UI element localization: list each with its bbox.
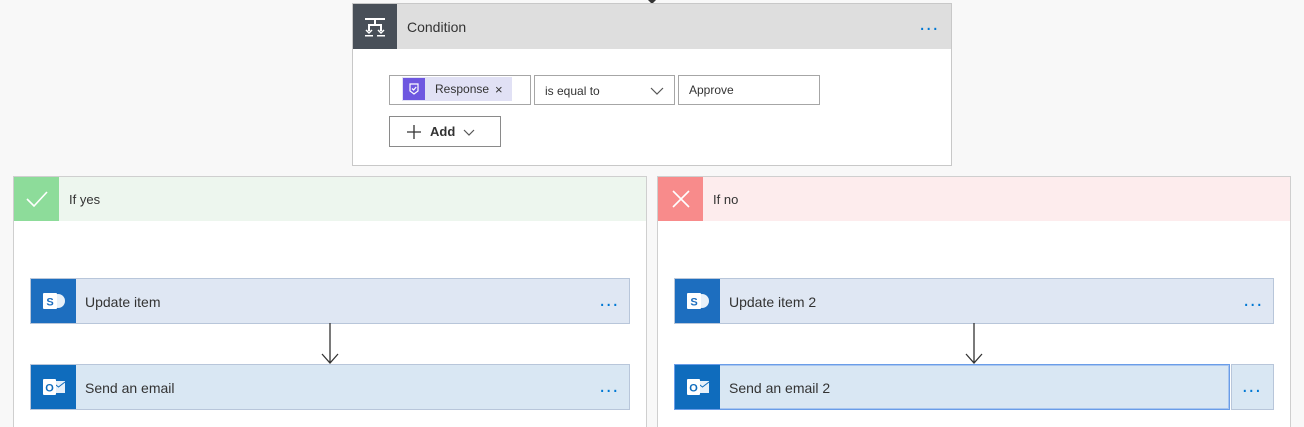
sharepoint-icon: S <box>31 279 76 323</box>
condition-icon <box>353 4 397 49</box>
condition-header[interactable]: Condition ... <box>353 4 951 49</box>
connector-arrow <box>965 323 983 364</box>
action-update-item-2[interactable]: S Update item 2 ... <box>674 278 1274 324</box>
condition-more-button[interactable]: ... <box>919 14 939 34</box>
action-more-button[interactable]: ... <box>599 290 619 310</box>
outlook-icon: O <box>675 365 720 409</box>
close-icon <box>658 177 703 221</box>
condition-title: Condition <box>407 19 467 35</box>
sharepoint-icon: S <box>675 279 720 323</box>
condition-value-input[interactable] <box>678 75 820 105</box>
token-label: Response <box>435 82 490 96</box>
action-title: Update item 2 <box>729 294 817 310</box>
action-send-email[interactable]: O Send an email ... <box>30 364 630 410</box>
plus-icon <box>407 124 421 139</box>
action-update-item[interactable]: S Update item ... <box>30 278 630 324</box>
action-more-button[interactable]: ... <box>1243 290 1263 310</box>
chevron-down-icon <box>463 129 475 136</box>
action-title: Send an email 2 <box>729 380 831 396</box>
token-remove-button[interactable]: × <box>495 82 503 97</box>
branch-yes-header[interactable]: If yes <box>14 177 646 221</box>
svg-text:O: O <box>689 383 698 395</box>
operator-value: is equal to <box>545 84 600 98</box>
response-token[interactable]: Response × <box>402 77 512 101</box>
more-dots: ... <box>1242 375 1262 397</box>
add-label: Add <box>430 124 456 139</box>
condition-card[interactable]: Condition ... Response × is equal to Add <box>352 3 952 166</box>
outlook-icon: O <box>31 365 76 409</box>
action-title: Send an email <box>85 380 175 396</box>
action-more-button[interactable]: ... <box>1231 364 1274 410</box>
svg-text:S: S <box>690 297 697 309</box>
approval-icon <box>403 78 425 100</box>
action-send-email-2[interactable]: O Send an email 2 <box>674 364 1230 410</box>
svg-text:S: S <box>46 297 53 309</box>
check-icon <box>14 177 59 221</box>
branch-no-title: If no <box>713 192 739 207</box>
chevron-down-icon <box>650 87 664 95</box>
add-button[interactable]: Add <box>389 116 501 147</box>
svg-text:O: O <box>45 383 54 395</box>
operator-dropdown[interactable]: is equal to <box>534 75 675 105</box>
action-title: Update item <box>85 294 161 310</box>
connector-arrow <box>321 323 339 364</box>
action-more-button[interactable]: ... <box>599 376 619 396</box>
branch-yes-title: If yes <box>69 192 101 207</box>
branch-no-header[interactable]: If no <box>658 177 1290 221</box>
